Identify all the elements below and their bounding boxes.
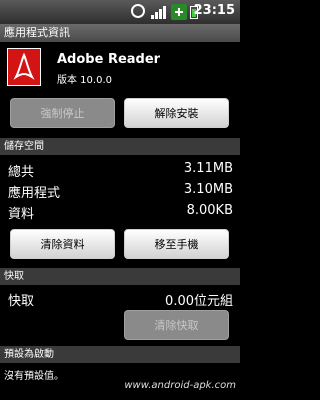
storage-total-value: 3.11MB — [183, 161, 233, 176]
watermark: www.android-apk.com — [124, 380, 236, 391]
status-bar: 23:15 — [0, 0, 240, 24]
adobe-reader-icon — [7, 48, 41, 86]
storage-app-value: 3.10MB — [183, 182, 233, 197]
cache-section-header: 快取 — [0, 268, 240, 285]
storage-app-label: 應用程式 — [8, 186, 61, 201]
clear-cache-button[interactable]: 清除快取 — [124, 310, 229, 340]
launch-default-section-header: 預設為啟動 — [0, 346, 240, 363]
force-stop-button[interactable]: 強制停止 — [10, 98, 115, 128]
move-to-phone-button[interactable]: 移至手機 — [124, 229, 229, 259]
storage-section-header: 儲存空間 — [0, 138, 240, 155]
page-title: 應用程式資訊 — [0, 24, 240, 42]
launch-default-text: 沒有預設值。 — [4, 371, 64, 382]
uninstall-button[interactable]: 解除安裝 — [124, 98, 229, 128]
signal-icon — [151, 6, 166, 19]
app-name: Adobe Reader — [57, 52, 161, 67]
alarm-icon — [131, 4, 145, 18]
usb-icon — [171, 4, 187, 20]
cache-value: 0.00位元組 — [165, 294, 233, 309]
clear-data-button[interactable]: 清除資料 — [10, 229, 115, 259]
storage-total-label: 總共 — [8, 165, 35, 180]
storage-data-value: 8.00KB — [186, 203, 233, 218]
storage-data-label: 資料 — [8, 207, 35, 222]
cache-label: 快取 — [8, 294, 35, 309]
app-version: 版本 10.0.0 — [57, 75, 112, 86]
status-time: 23:15 — [193, 3, 235, 18]
